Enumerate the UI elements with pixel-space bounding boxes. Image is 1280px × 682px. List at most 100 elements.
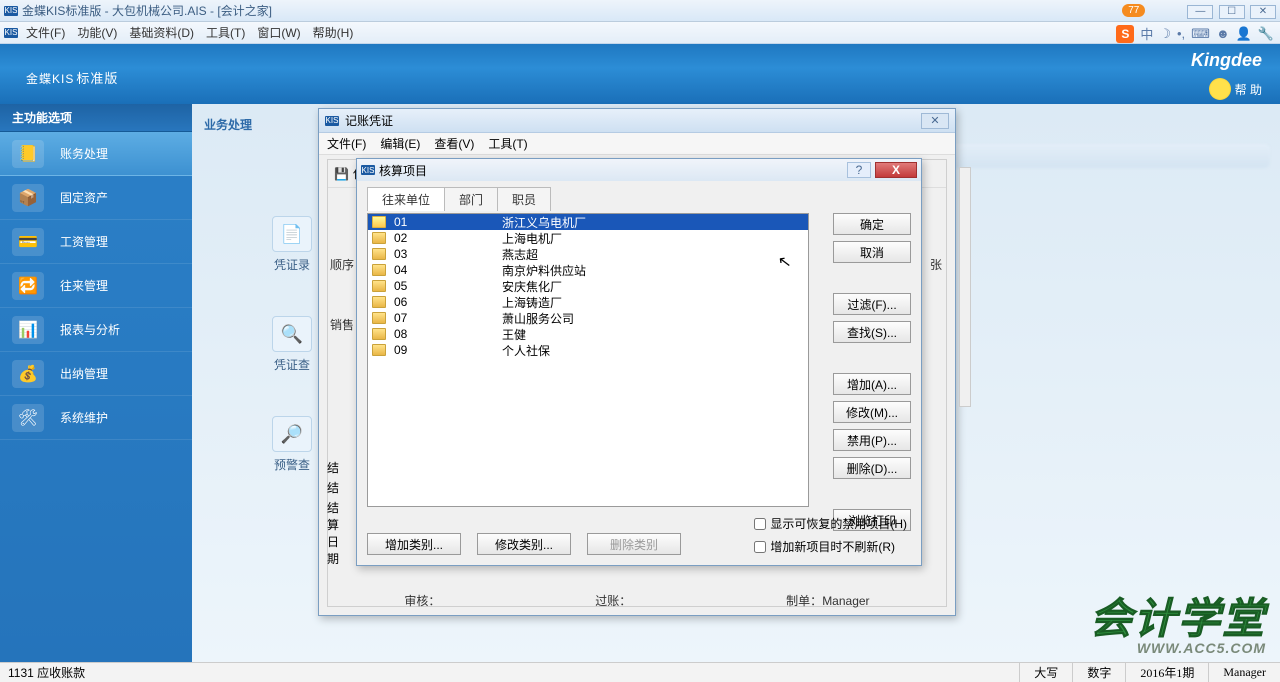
shortcut-icon: 🔍 bbox=[272, 316, 312, 352]
sidebar-icon: 🔁 bbox=[12, 272, 44, 300]
folder-icon bbox=[372, 328, 386, 340]
sidebar-item-5[interactable]: 💰出纳管理 bbox=[0, 352, 192, 396]
row-name: 安庆焦化厂 bbox=[502, 278, 562, 295]
voucher-menu-view[interactable]: 查看(V) bbox=[434, 135, 474, 152]
add-category-button[interactable]: 增加类别... bbox=[367, 533, 461, 555]
delete-category-button[interactable]: 删除类别 bbox=[587, 533, 681, 555]
voucher-audit: 审核： bbox=[404, 592, 440, 609]
voucher-menu-tools[interactable]: 工具(T) bbox=[488, 135, 527, 152]
voucher-menu-file[interactable]: 文件(F) bbox=[327, 135, 366, 152]
minimize-button[interactable]: — bbox=[1187, 5, 1213, 19]
item-icon: KIS bbox=[361, 165, 375, 175]
list-row[interactable]: 06上海铸造厂 bbox=[368, 294, 808, 310]
menu-basedata[interactable]: 基础资料(D) bbox=[129, 24, 194, 41]
check-show-disabled[interactable]: 显示可恢复的禁用项目(H) bbox=[754, 515, 907, 532]
sidebar-label: 系统维护 bbox=[60, 409, 108, 426]
check-no-refresh-box[interactable] bbox=[754, 541, 766, 553]
ime-moon-icon[interactable]: ☽ bbox=[1159, 26, 1171, 42]
menu-file[interactable]: 文件(F) bbox=[26, 24, 65, 41]
voucher-scroll-track[interactable] bbox=[959, 167, 971, 407]
folder-icon bbox=[372, 296, 386, 308]
item-buttons: 确定 取消 过滤(F)... 查找(S)... 增加(A)... 修改(M)..… bbox=[833, 213, 911, 531]
ime-wrench-icon[interactable]: 🔧 bbox=[1258, 26, 1274, 42]
voucher-post: 过账： bbox=[595, 592, 631, 609]
item-titlebar[interactable]: KIS 核算项目 ? X bbox=[357, 159, 921, 181]
ime-person-icon[interactable]: 👤 bbox=[1236, 26, 1252, 42]
menu-tools[interactable]: 工具(T) bbox=[206, 24, 245, 41]
voucher-close-button[interactable]: ✕ bbox=[921, 113, 949, 129]
sidebar-icon: 📒 bbox=[12, 140, 44, 168]
help-link[interactable]: 帮 助 bbox=[1209, 78, 1262, 100]
tab-company[interactable]: 往来单位 bbox=[367, 187, 445, 211]
list-row[interactable]: 04南京炉料供应站 bbox=[368, 262, 808, 278]
tab-department[interactable]: 部门 bbox=[444, 187, 498, 211]
check-show-disabled-box[interactable] bbox=[754, 518, 766, 530]
menu-help[interactable]: 帮助(H) bbox=[313, 24, 354, 41]
sidebar-item-2[interactable]: 💳工资管理 bbox=[0, 220, 192, 264]
list-row[interactable]: 07萧山服务公司 bbox=[368, 310, 808, 326]
folder-icon bbox=[372, 248, 386, 260]
item-help-button[interactable]: ? bbox=[847, 162, 871, 178]
sidebar-item-1[interactable]: 📦固定资产 bbox=[0, 176, 192, 220]
shortcut-0[interactable]: 📄凭证录 bbox=[272, 216, 312, 273]
close-button[interactable]: ✕ bbox=[1250, 5, 1276, 19]
shortcut-2[interactable]: 🔎预警查 bbox=[272, 416, 312, 473]
window-title: 金蝶KIS标准版 - 大包机械公司.AIS - [会计之家] bbox=[22, 2, 272, 19]
sogou-icon[interactable]: S bbox=[1116, 25, 1134, 43]
ime-punct-icon[interactable]: •, bbox=[1177, 26, 1185, 41]
sidebar-label: 账务处理 bbox=[60, 145, 108, 162]
list-row[interactable]: 02上海电机厂 bbox=[368, 230, 808, 246]
list-row[interactable]: 05安庆焦化厂 bbox=[368, 278, 808, 294]
list-row[interactable]: 03燕志超 bbox=[368, 246, 808, 262]
ime-keyboard-icon[interactable]: ⌨ bbox=[1191, 26, 1210, 42]
item-close-button[interactable]: X bbox=[875, 162, 917, 178]
voucher-menu-edit[interactable]: 编辑(E) bbox=[380, 135, 420, 152]
cancel-button[interactable]: 取消 bbox=[833, 241, 911, 263]
list-row[interactable]: 09个人社保 bbox=[368, 342, 808, 358]
folder-icon bbox=[372, 264, 386, 276]
sidebar-item-4[interactable]: 📊报表与分析 bbox=[0, 308, 192, 352]
modify-button[interactable]: 修改(M)... bbox=[833, 401, 911, 423]
sidebar-item-6[interactable]: 🛠系统维护 bbox=[0, 396, 192, 440]
window-controls: — ☐ ✕ bbox=[1185, 3, 1276, 19]
item-listbox[interactable]: 01浙江义乌电机厂02上海电机厂03燕志超04南京炉料供应站05安庆焦化厂06上… bbox=[367, 213, 809, 507]
shortcut-1[interactable]: 🔍凭证查 bbox=[272, 316, 312, 373]
ok-button[interactable]: 确定 bbox=[833, 213, 911, 235]
ime-lang-icon[interactable]: 中 bbox=[1140, 24, 1153, 43]
ime-toolbar: S 中 ☽ •, ⌨ ☻ 👤 🔧 bbox=[1116, 24, 1274, 43]
watermark: 会计学堂 WWW.ACC5.COM bbox=[1090, 585, 1266, 656]
row-code: 01 bbox=[394, 215, 494, 229]
row-name: 燕志超 bbox=[502, 246, 538, 263]
delete-button[interactable]: 删除(D)... bbox=[833, 457, 911, 479]
disable-button[interactable]: 禁用(P)... bbox=[833, 429, 911, 451]
modify-category-button[interactable]: 修改类别... bbox=[477, 533, 571, 555]
list-row[interactable]: 01浙江义乌电机厂 bbox=[368, 214, 808, 230]
ime-face-icon[interactable]: ☻ bbox=[1216, 26, 1230, 41]
add-button[interactable]: 增加(A)... bbox=[833, 373, 911, 395]
menu-function[interactable]: 功能(V) bbox=[77, 24, 117, 41]
voucher-order-label: 顺序 bbox=[330, 256, 354, 273]
sidebar: 主功能选项 📒账务处理📦固定资产💳工资管理🔁往来管理📊报表与分析💰出纳管理🛠系统… bbox=[0, 104, 192, 662]
notify-badge[interactable]: 77 bbox=[1122, 4, 1145, 17]
watermark-text: 会计学堂 bbox=[1090, 585, 1266, 646]
status-caps: 大写 bbox=[1019, 663, 1072, 682]
status-period: 2016年1期 bbox=[1125, 663, 1208, 682]
find-button[interactable]: 查找(S)... bbox=[833, 321, 911, 343]
sidebar-item-0[interactable]: 📒 账务处理 bbox=[0, 132, 192, 176]
status-user: Manager bbox=[1208, 663, 1280, 682]
status-num: 数字 bbox=[1072, 663, 1125, 682]
check-no-refresh[interactable]: 增加新项目时不刷新(R) bbox=[754, 538, 907, 555]
voucher-label-3: 结算日期 bbox=[327, 499, 339, 567]
shortcut-label: 凭证录 bbox=[274, 256, 310, 273]
voucher-icon: KIS bbox=[325, 116, 339, 126]
sidebar-label: 报表与分析 bbox=[60, 321, 120, 338]
voucher-titlebar[interactable]: KIS 记账凭证 ✕ bbox=[319, 109, 955, 133]
sidebar-item-3[interactable]: 🔁往来管理 bbox=[0, 264, 192, 308]
filter-button[interactable]: 过滤(F)... bbox=[833, 293, 911, 315]
maximize-button[interactable]: ☐ bbox=[1219, 5, 1245, 19]
list-row[interactable]: 08王健 bbox=[368, 326, 808, 342]
menu-window[interactable]: 窗口(W) bbox=[257, 24, 300, 41]
tab-employee[interactable]: 职员 bbox=[497, 187, 551, 211]
row-code: 07 bbox=[394, 311, 494, 325]
item-tabs: 往来单位 部门 职员 bbox=[357, 187, 921, 211]
